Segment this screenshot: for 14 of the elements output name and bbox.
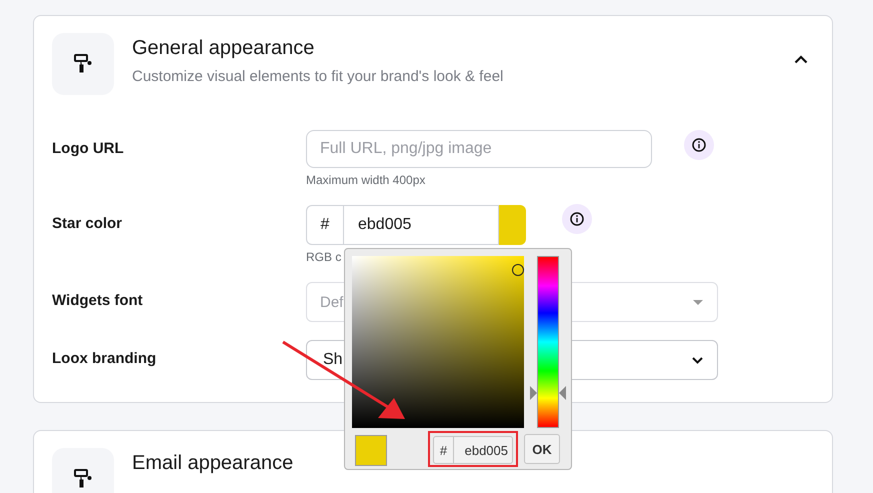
- section-title: Email appearance: [132, 452, 294, 475]
- color-input[interactable]: ebd005: [343, 205, 499, 245]
- help-text: Maximum width 400px: [306, 173, 426, 187]
- field-label: Loox branding: [52, 349, 158, 367]
- ok-button[interactable]: OK: [524, 434, 560, 464]
- hash-prefix: #: [306, 205, 343, 245]
- field-label: Widgets font: [52, 291, 144, 309]
- field-label: Star color: [52, 214, 124, 232]
- field-label: Logo URL: [52, 139, 125, 157]
- section-title: General appearance: [132, 37, 316, 60]
- logo-url-field[interactable]: Full URL, png/jpg image: [306, 130, 652, 168]
- section-subtitle: Customize visual elements to fit your brand's look & feel: [132, 68, 504, 85]
- hex-input[interactable]: # ebd005: [433, 436, 513, 464]
- help-text: RGB c: [306, 250, 342, 264]
